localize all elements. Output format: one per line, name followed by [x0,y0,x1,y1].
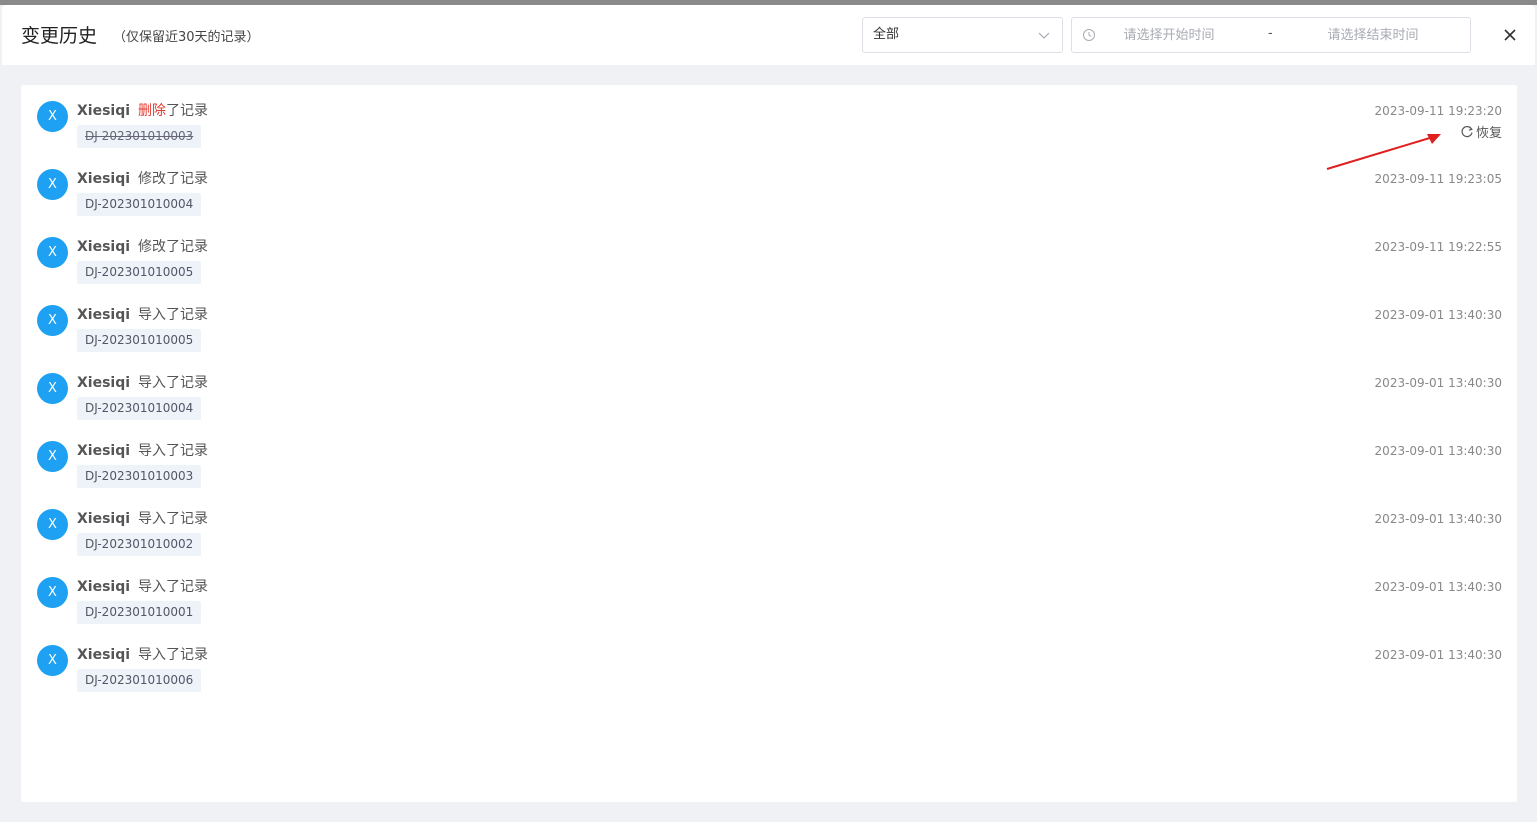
timestamp: 2023-09-11 19:23:20 [1374,104,1502,118]
timestamp: 2023-09-01 13:40:30 [1374,512,1502,526]
dialog-header: 变更历史 （仅保留近30天的记录） 全部 - [2,5,1535,65]
restore-button[interactable]: 恢复 [1460,125,1502,143]
dialog-subtitle: （仅保留近30天的记录） [113,30,260,45]
avatar: X [37,305,68,336]
action-suffix: 了记录 [166,375,209,391]
timestamp: 2023-09-01 13:40:30 [1374,648,1502,662]
history-row: X Xiesiqi 导入了记录 DJ-202301010003 2023-09-01 1… [21,425,1517,493]
action-suffix: 了记录 [166,103,209,119]
record-id-tag: DJ-202301010001 [77,601,202,624]
close-icon[interactable] [1500,25,1520,45]
action-label: 导入 [138,375,167,391]
timestamp: 2023-09-11 19:22:55 [1374,240,1502,254]
dialog-title: 变更历史 [21,25,98,47]
user-name: Xiesiqi [77,171,131,187]
action-label: 导入 [138,511,167,527]
change-type-value: 全部 [873,27,900,42]
user-name: Xiesiqi [77,579,131,595]
action-label: 删除 [138,103,167,119]
action-label: 修改 [138,171,167,187]
action-suffix: 了记录 [166,647,209,663]
action-label: 导入 [138,307,167,323]
action-suffix: 了记录 [166,579,209,595]
chevron-down-icon [1038,32,1050,39]
start-time-input[interactable] [1094,25,1244,45]
avatar: X [37,237,68,268]
record-id-tag: DJ-202301010005 [77,261,202,284]
record-id-tag: DJ-202301010003 [77,465,202,488]
timestamp: 2023-09-01 13:40:30 [1374,444,1502,458]
record-id-tag: DJ-202301010004 [77,397,202,420]
avatar: X [37,169,68,200]
history-row: X Xiesiqi 导入了记录 DJ-202301010004 2023-09-01 1… [21,357,1517,425]
record-id-tag: DJ-202301010006 [77,669,202,692]
user-name: Xiesiqi [77,511,131,527]
action-suffix: 了记录 [166,171,209,187]
action-suffix: 了记录 [166,239,209,255]
history-row: X Xiesiqi 修改了记录 DJ-202301010005 2023-09-11 1… [21,221,1517,289]
user-name: Xiesiqi [77,647,131,663]
avatar: X [37,101,68,132]
record-summary: Xiesiqi 导入了记录 [77,578,208,596]
action-label: 导入 [138,443,167,459]
avatar: X [37,441,68,472]
avatar: X [37,373,68,404]
timestamp: 2023-09-11 19:23:05 [1374,172,1502,186]
record-summary: Xiesiqi 导入了记录 [77,442,208,460]
date-range-picker[interactable]: - [1071,17,1471,53]
timestamp: 2023-09-01 13:40:30 [1374,376,1502,390]
record-id-tag: DJ-202301010004 [77,193,202,216]
change-type-select[interactable]: 全部 [862,17,1063,53]
history-row: X Xiesiqi 删除了记录 DJ-202301010003 2023-09-11 1… [21,85,1517,153]
action-suffix: 了记录 [166,511,209,527]
change-history-dialog: 变更历史 （仅保留近30天的记录） 全部 - XXiesiqi删除了记录DJ-2… [2,5,1535,822]
history-list: X Xiesiqi 删除了记录 DJ-202301010003 2023-09-11 1… [21,85,1517,802]
history-row: X Xiesiqi 导入了记录 DJ-202301010006 2023-09-01 1… [21,629,1517,697]
refresh-icon [1461,125,1473,138]
record-id-tag: DJ-202301010003 [77,125,202,148]
user-name: Xiesiqi [77,307,131,323]
user-name: Xiesiqi [77,103,131,119]
avatar: X [37,577,68,608]
record-summary: Xiesiqi 修改了记录 [77,170,208,188]
avatar: X [37,509,68,540]
record-summary: Xiesiqi 导入了记录 [77,646,208,664]
range-separator: - [1268,26,1273,41]
action-label: 修改 [138,239,167,255]
history-row: X Xiesiqi 导入了记录 DJ-202301010001 2023-09-01 1… [21,561,1517,629]
action-suffix: 了记录 [166,443,209,459]
record-summary: Xiesiqi 导入了记录 [77,374,208,392]
record-id-tag: DJ-202301010002 [77,533,202,556]
action-suffix: 了记录 [166,307,209,323]
avatar: X [37,645,68,676]
restore-label: 恢复 [1475,126,1502,141]
action-label: 导入 [138,647,167,663]
action-label: 导入 [138,579,167,595]
end-time-input[interactable] [1298,25,1448,45]
record-summary: Xiesiqi 删除了记录 [77,102,208,120]
history-row: X Xiesiqi 导入了记录 DJ-202301010002 2023-09-01 1… [21,493,1517,561]
user-name: Xiesiqi [77,443,131,459]
record-summary: Xiesiqi 修改了记录 [77,238,208,256]
timestamp: 2023-09-01 13:40:30 [1374,308,1502,322]
record-summary: Xiesiqi 导入了记录 [77,510,208,528]
history-row: X Xiesiqi 修改了记录 DJ-202301010004 2023-09-11 1… [21,153,1517,221]
timestamp: 2023-09-01 13:40:30 [1374,580,1502,594]
user-name: Xiesiqi [77,375,131,391]
record-id-tag: DJ-202301010005 [77,329,202,352]
history-row: X Xiesiqi 导入了记录 DJ-202301010005 2023-09-01 1… [21,289,1517,357]
user-name: Xiesiqi [77,239,131,255]
record-summary: Xiesiqi 导入了记录 [77,306,208,324]
